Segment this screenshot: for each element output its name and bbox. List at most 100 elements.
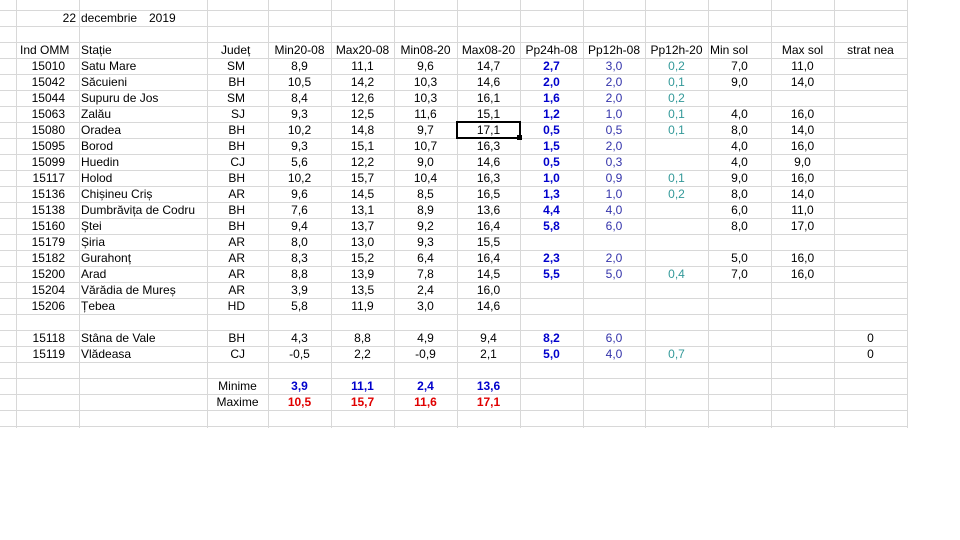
table-cell-judet[interactable]: BH [207, 330, 268, 346]
table-cell-max0820[interactable]: 15,1 [457, 106, 520, 122]
table-cell-pp1220[interactable]: 0,1 [645, 74, 708, 90]
table-cell-maxsol[interactable]: 16,0 [771, 138, 834, 154]
table-cell-nea[interactable] [834, 58, 907, 74]
table-cell-max2008[interactable]: 13,5 [331, 282, 394, 298]
table-cell-station[interactable]: Zalău [79, 106, 207, 122]
table-cell-judet[interactable]: BH [207, 122, 268, 138]
table-cell-station[interactable]: Țebea [79, 298, 207, 314]
table-cell-nea[interactable] [834, 234, 907, 250]
table-cell-max0820[interactable]: 14,5 [457, 266, 520, 282]
table-cell-min2008[interactable]: 4,3 [268, 330, 331, 346]
table-cell-judet[interactable]: AR [207, 250, 268, 266]
table-cell-pp24[interactable]: 5,0 [520, 346, 583, 362]
table-cell-min2008[interactable]: 8,4 [268, 90, 331, 106]
table-cell-min2008[interactable]: 8,8 [268, 266, 331, 282]
table-cell-max2008[interactable]: 14,2 [331, 74, 394, 90]
table-cell-pp1220[interactable]: 0,2 [645, 58, 708, 74]
table-cell-minsol[interactable] [708, 298, 771, 314]
table-cell-max2008[interactable]: 14,5 [331, 186, 394, 202]
table-cell-max2008[interactable]: 12,5 [331, 106, 394, 122]
table-cell-station[interactable]: Dumbrăvița de Codru [79, 202, 207, 218]
table-cell-pp1208[interactable]: 2,0 [583, 250, 645, 266]
table-cell-minsol[interactable]: 7,0 [708, 58, 771, 74]
table-cell-min2008[interactable]: 8,3 [268, 250, 331, 266]
table-cell-pp1208[interactable] [583, 282, 645, 298]
table-cell-pp24[interactable]: 5,5 [520, 266, 583, 282]
table-cell-maxsol[interactable] [771, 298, 834, 314]
table-cell-min0820[interactable]: 7,8 [394, 266, 457, 282]
table-cell-maxsol[interactable]: 14,0 [771, 186, 834, 202]
table-cell-pp1208[interactable] [583, 234, 645, 250]
summary-min-value[interactable]: 11,1 [331, 378, 394, 394]
table-cell-nea[interactable] [834, 266, 907, 282]
table-cell-minsol[interactable]: 5,0 [708, 250, 771, 266]
column-header[interactable]: Pp12h-20 [645, 42, 708, 58]
table-cell-maxsol[interactable]: 9,0 [771, 154, 834, 170]
table-cell-pp1208[interactable]: 4,0 [583, 202, 645, 218]
table-cell-min0820[interactable]: 11,6 [394, 106, 457, 122]
table-cell-max2008[interactable]: 12,6 [331, 90, 394, 106]
table-cell-min0820[interactable]: 8,9 [394, 202, 457, 218]
table-cell-judet[interactable]: AR [207, 186, 268, 202]
table-cell-pp1220[interactable] [645, 330, 708, 346]
table-cell-pp1208[interactable]: 2,0 [583, 90, 645, 106]
table-cell-judet[interactable]: SJ [207, 106, 268, 122]
summary-max-label[interactable]: Maxime [207, 394, 268, 410]
column-header[interactable]: Ind OMM [18, 42, 88, 58]
table-cell-pp24[interactable]: 1,6 [520, 90, 583, 106]
table-cell-pp24[interactable]: 5,8 [520, 218, 583, 234]
table-cell-maxsol[interactable]: 14,0 [771, 122, 834, 138]
table-cell-min2008[interactable]: 9,3 [268, 138, 331, 154]
table-cell-ind[interactable]: 15118 [16, 330, 79, 346]
table-cell-nea[interactable] [834, 154, 907, 170]
table-cell-max2008[interactable]: 13,7 [331, 218, 394, 234]
table-cell-maxsol[interactable]: 16,0 [771, 250, 834, 266]
table-cell-max2008[interactable]: 15,2 [331, 250, 394, 266]
table-cell-nea[interactable] [834, 106, 907, 122]
table-cell-ind[interactable]: 15095 [16, 138, 79, 154]
table-cell-minsol[interactable] [708, 346, 771, 362]
table-cell-maxsol[interactable]: 16,0 [771, 106, 834, 122]
table-cell-station[interactable]: Holod [79, 170, 207, 186]
table-cell-ind[interactable]: 15063 [16, 106, 79, 122]
table-cell-pp24[interactable] [520, 234, 583, 250]
table-cell-min2008[interactable]: 9,3 [268, 106, 331, 122]
table-cell-pp24[interactable]: 2,0 [520, 74, 583, 90]
table-cell-pp24[interactable]: 2,3 [520, 250, 583, 266]
table-cell-min2008[interactable]: 5,6 [268, 154, 331, 170]
table-cell-station[interactable]: Gurahonț [79, 250, 207, 266]
table-cell-min2008[interactable]: 3,9 [268, 282, 331, 298]
column-header[interactable]: Min08-20 [394, 42, 457, 58]
table-cell-judet[interactable]: AR [207, 234, 268, 250]
table-cell-station[interactable]: Chișineu Criș [79, 186, 207, 202]
table-cell-judet[interactable]: AR [207, 282, 268, 298]
table-cell-min2008[interactable]: 10,2 [268, 122, 331, 138]
table-cell-minsol[interactable]: 4,0 [708, 154, 771, 170]
table-cell-maxsol[interactable] [771, 330, 834, 346]
table-cell-min2008[interactable]: 8,9 [268, 58, 331, 74]
table-cell-minsol[interactable]: 9,0 [708, 74, 771, 90]
table-cell-min0820[interactable]: -0,9 [394, 346, 457, 362]
table-cell-pp1220[interactable] [645, 138, 708, 154]
table-cell-judet[interactable]: SM [207, 90, 268, 106]
table-cell-maxsol[interactable]: 17,0 [771, 218, 834, 234]
table-cell-ind[interactable]: 15182 [16, 250, 79, 266]
table-cell-judet[interactable]: BH [207, 74, 268, 90]
summary-min-label[interactable]: Minime [207, 378, 268, 394]
table-cell-max2008[interactable]: 2,2 [331, 346, 394, 362]
table-cell-max0820[interactable]: 16,0 [457, 282, 520, 298]
table-cell-max0820[interactable]: 9,4 [457, 330, 520, 346]
column-header[interactable]: Max08-20 [457, 42, 520, 58]
summary-min-value[interactable]: 2,4 [394, 378, 457, 394]
column-header[interactable]: Min sol [708, 42, 771, 58]
table-cell-max0820[interactable]: 2,1 [457, 346, 520, 362]
table-cell-station[interactable]: Vărădia de Mureș [79, 282, 207, 298]
table-cell-pp1208[interactable]: 0,5 [583, 122, 645, 138]
table-cell-pp1220[interactable]: 0,2 [645, 90, 708, 106]
table-cell-max0820[interactable]: 14,7 [457, 58, 520, 74]
table-cell-pp1208[interactable]: 2,0 [583, 74, 645, 90]
table-cell-maxsol[interactable] [771, 346, 834, 362]
table-cell-max0820[interactable]: 15,5 [457, 234, 520, 250]
table-cell-nea[interactable] [834, 170, 907, 186]
table-cell-max0820[interactable]: 14,6 [457, 154, 520, 170]
